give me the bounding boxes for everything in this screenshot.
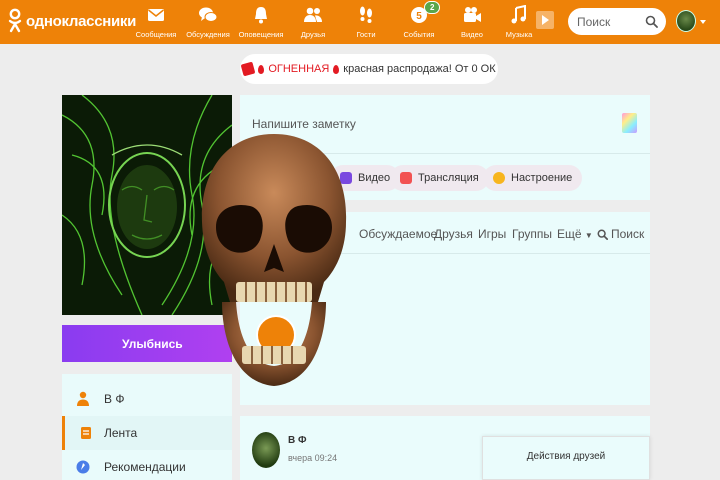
- mood-icon: [493, 172, 505, 184]
- user-icon: [77, 391, 89, 406]
- nav-label: Обсуждения: [186, 30, 230, 39]
- friends-icon: [304, 7, 322, 22]
- envelope-icon: [148, 9, 164, 21]
- promo-highlight: ОГНЕННАЯ: [268, 63, 330, 75]
- ok-logo-icon: [8, 8, 22, 33]
- nav-label: Сообщения: [135, 30, 177, 39]
- feed-icon: [81, 427, 91, 439]
- post-timestamp: вчера 09:24: [288, 453, 338, 463]
- fire-drop-icon: [258, 64, 265, 74]
- search-box[interactable]: [568, 8, 666, 35]
- camera-icon: [464, 7, 481, 22]
- note-action-label: Настроение: [511, 172, 573, 184]
- note-action-mood[interactable]: Настроение: [483, 165, 583, 191]
- brand-name: одноклассники: [26, 12, 137, 30]
- nav-friends[interactable]: Друзья: [285, 5, 341, 39]
- stream-icon: [400, 172, 412, 184]
- gift-icon: [240, 61, 256, 77]
- nav-events[interactable]: 5 2 События: [391, 1, 447, 39]
- nav-label: Музыка: [505, 30, 533, 39]
- fire-drop-icon: [333, 64, 340, 74]
- chevron-down-icon: ▼: [584, 231, 593, 240]
- feed-tab-groups[interactable]: Группы: [512, 227, 552, 241]
- nav-notifications[interactable]: Оповещения: [233, 5, 289, 39]
- post-author-avatar[interactable]: [252, 432, 280, 468]
- chat-icon: [199, 7, 218, 22]
- events-badge: 2: [424, 1, 441, 14]
- post-author-name[interactable]: В Ф: [288, 435, 307, 446]
- nav-messages[interactable]: Сообщения: [128, 5, 184, 39]
- nav-label: Гости: [356, 30, 376, 39]
- feed-tab-games[interactable]: Игры: [478, 227, 506, 241]
- nav-label: События: [403, 30, 435, 39]
- feed-tab-more-label: Ещё: [557, 227, 582, 241]
- music-play-button[interactable]: [536, 11, 554, 29]
- nav-guests[interactable]: Гости: [338, 5, 394, 39]
- search-icon[interactable]: [645, 15, 658, 28]
- smile-button-label: Улыбнись: [122, 336, 183, 351]
- feed-tab-friends[interactable]: Друзья: [434, 227, 473, 241]
- friends-activity-panel[interactable]: Действия друзей: [482, 436, 650, 480]
- add-photo-icon[interactable]: [622, 113, 637, 133]
- promo-banner[interactable]: ОГНЕННАЯ красная распродажа! От 0 ОК: [240, 54, 498, 84]
- footprints-icon: [360, 6, 372, 23]
- search-icon: [597, 229, 608, 240]
- recommendations-icon: [76, 460, 90, 474]
- music-icon: [511, 5, 526, 24]
- note-action-label: Трансляция: [418, 172, 479, 184]
- nav-label: Друзья: [300, 30, 326, 39]
- feed-tab-search[interactable]: Поиск: [597, 227, 644, 241]
- friends-activity-title: Действия друзей: [526, 451, 606, 462]
- skull-sticker: [201, 134, 347, 386]
- feed-tab-discussed[interactable]: Обсуждаемое: [359, 227, 437, 241]
- promo-text: красная распродажа! От 0 ОК: [343, 63, 496, 75]
- top-bar: одноклассники Сообщения Обсуждения Опове…: [0, 0, 720, 44]
- search-input[interactable]: [577, 13, 647, 30]
- menu-item-label: Рекомендации: [104, 460, 186, 474]
- bell-icon: [255, 7, 267, 24]
- menu-item-label: Лента: [104, 426, 138, 440]
- feed-tab-more[interactable]: Ещё ▼: [557, 227, 593, 241]
- nav-discussions[interactable]: Обсуждения: [180, 5, 236, 39]
- ok-logo[interactable]: одноклассники: [8, 8, 136, 34]
- feed-tab-search-label: Поиск: [611, 227, 645, 241]
- nav-label: Оповещения: [238, 30, 284, 39]
- menu-item-label: В Ф: [104, 392, 125, 406]
- svg-text:5: 5: [416, 11, 422, 22]
- menu-item-recommendations[interactable]: Рекомендации: [62, 450, 232, 480]
- user-avatar[interactable]: [676, 10, 696, 32]
- chevron-down-icon[interactable]: [700, 20, 706, 24]
- note-action-stream[interactable]: Трансляция: [390, 165, 489, 191]
- note-action-label: Видео: [358, 172, 391, 184]
- menu-item-feed[interactable]: Лента: [62, 416, 232, 450]
